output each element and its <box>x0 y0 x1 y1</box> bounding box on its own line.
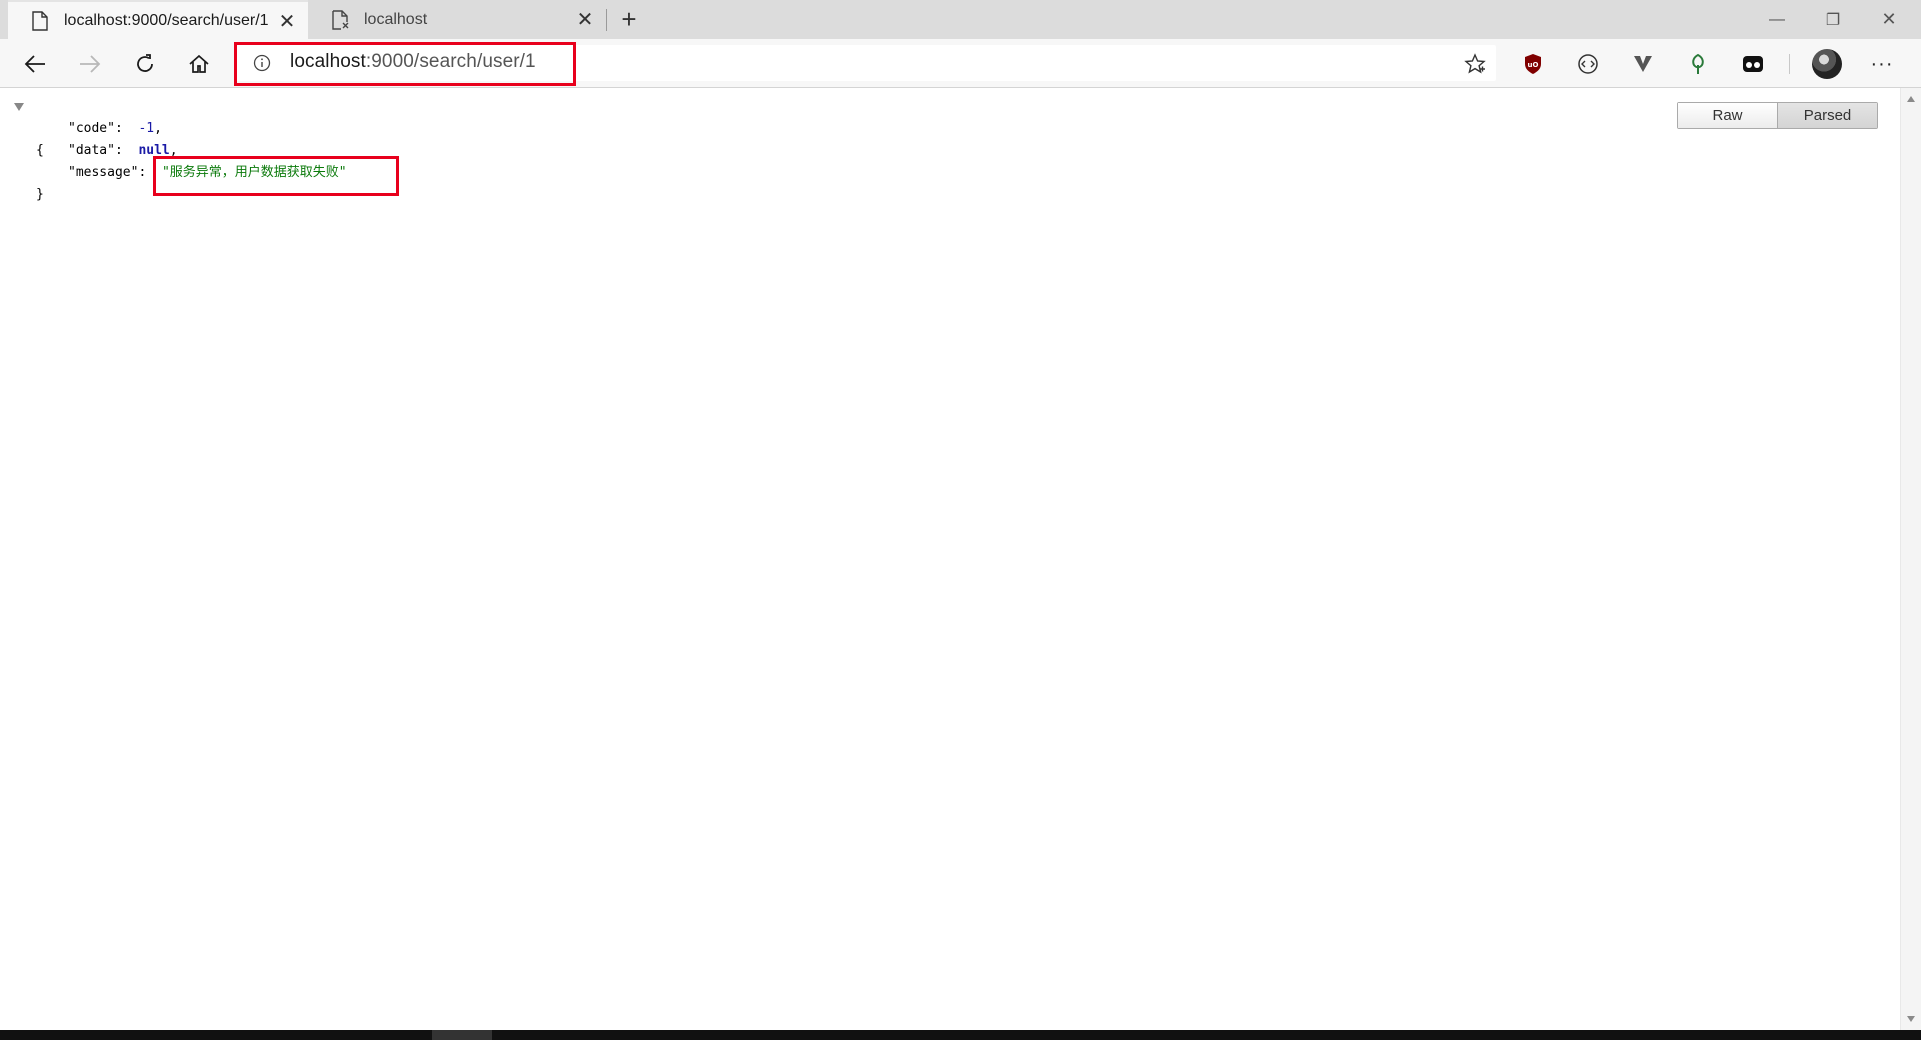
coupon-icon[interactable] <box>1737 48 1769 80</box>
message-highlight-box <box>153 156 399 196</box>
parsed-button[interactable]: Parsed <box>1777 103 1877 128</box>
home-icon <box>189 54 209 73</box>
json-close-brace: } <box>36 187 44 202</box>
json-entry-code: "code": -1, <box>14 118 347 140</box>
page-icon <box>32 10 50 31</box>
ublock-icon[interactable]: uO <box>1517 48 1549 80</box>
more-menu-button[interactable]: ··· <box>1866 49 1898 79</box>
browser-toolbar: localhost:9000/search/user/1 uO ··· <box>0 39 1921 88</box>
forward-button[interactable] <box>71 45 109 83</box>
scroll-down-arrow-icon[interactable] <box>1907 1016 1915 1022</box>
refresh-button[interactable] <box>126 45 164 83</box>
tab-search-user[interactable]: localhost:9000/search/user/1 ✕ <box>8 0 308 39</box>
minimize-button[interactable]: — <box>1749 0 1805 39</box>
tab-strip: localhost:9000/search/user/1 ✕ localhost… <box>0 0 1921 39</box>
url-host: localhost <box>290 51 366 72</box>
json-key: "code" <box>68 121 115 136</box>
page-content: { "code": -1, "data": null, "message": "… <box>0 88 1900 1030</box>
collapse-toggle-icon[interactable] <box>14 103 24 111</box>
tab-title: localhost <box>364 10 428 28</box>
close-tab-icon[interactable]: ✕ <box>574 8 596 31</box>
restore-button[interactable]: ❐ <box>1805 0 1861 39</box>
toolbar-divider <box>1789 54 1790 74</box>
back-arrow-icon <box>24 55 45 73</box>
url-path: :9000/search/user/1 <box>365 51 536 72</box>
script-icon[interactable] <box>1572 48 1604 80</box>
favorite-star-icon[interactable] <box>1460 49 1490 79</box>
taskbar-item[interactable] <box>432 1030 492 1040</box>
url-text[interactable]: localhost:9000/search/user/1 <box>290 51 536 73</box>
scroll-up-arrow-icon[interactable] <box>1907 96 1915 102</box>
raw-button[interactable]: Raw <box>1678 103 1777 128</box>
vertical-scrollbar[interactable] <box>1900 88 1921 1030</box>
leaf-icon[interactable] <box>1682 48 1714 80</box>
json-key: "message" <box>68 165 139 180</box>
json-colon: : <box>114 143 139 158</box>
close-tab-icon[interactable]: ✕ <box>276 10 298 33</box>
profile-avatar[interactable] <box>1812 49 1842 79</box>
view-toggle: Raw Parsed <box>1677 102 1878 129</box>
forward-arrow-icon <box>80 55 101 73</box>
svg-text:uO: uO <box>1528 61 1539 69</box>
info-icon[interactable] <box>253 54 271 72</box>
home-button[interactable] <box>180 45 218 83</box>
new-tab-button[interactable]: + <box>614 4 644 34</box>
error-page-icon <box>332 9 350 30</box>
json-colon: : <box>114 121 139 136</box>
json-comma: , <box>154 121 162 136</box>
back-button[interactable] <box>16 45 54 83</box>
tab-localhost[interactable]: localhost ✕ <box>308 0 606 39</box>
json-key: "data" <box>68 143 115 158</box>
close-window-button[interactable]: ✕ <box>1861 0 1917 39</box>
tab-divider <box>606 9 607 31</box>
taskbar <box>0 1030 1921 1040</box>
tab-title: localhost:9000/search/user/1 <box>64 11 269 29</box>
vivaldi-v-icon[interactable] <box>1627 48 1659 80</box>
json-value: -1 <box>138 121 155 136</box>
refresh-icon <box>137 54 153 72</box>
